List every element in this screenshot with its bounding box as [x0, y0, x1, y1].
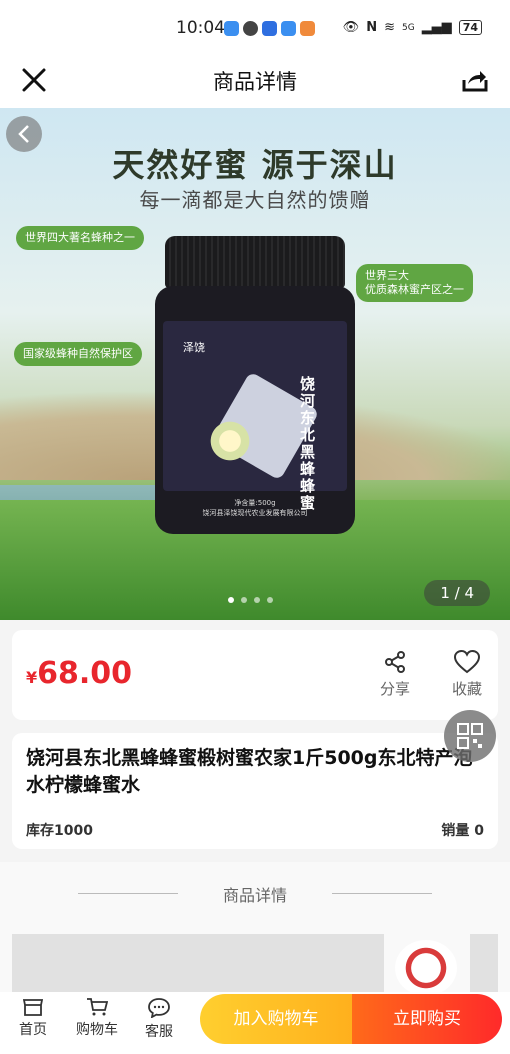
jar-footer: 净含量:500g 饶河县泽饶现代农业发展有限公司: [175, 498, 335, 518]
banner-tag: 国家级蜂种自然保护区: [14, 342, 142, 366]
share-icon[interactable]: [462, 68, 488, 94]
app-notification-icon: [281, 21, 296, 36]
battery-icon: 74: [458, 20, 482, 35]
tab-cart[interactable]: 购物车: [70, 998, 124, 1039]
status-time: 10:04: [176, 18, 225, 38]
app-notification-icon: [224, 21, 239, 36]
product-sales: 销量 0: [441, 823, 484, 839]
jar-brand: 泽饶: [183, 341, 205, 354]
store-icon: [23, 999, 43, 1016]
product-title: 饶河县东北黑蜂蜂蜜椴树蜜农家1斤500g东北特产泡水柠檬蜂蜜水: [26, 747, 473, 796]
network-type: 5G: [401, 22, 415, 33]
jar-company: 饶河县泽饶现代农业发展有限公司: [202, 509, 308, 517]
carousel-dot[interactable]: [267, 597, 273, 603]
price-card: ¥68.00 分享 收藏: [12, 630, 498, 720]
cart-icon: [87, 998, 108, 1016]
system-icons: 👁 N ≋ 5G ▂▄▆ 74: [343, 20, 482, 35]
qr-code-icon: [457, 723, 483, 749]
product-stock: 库存1000: [26, 823, 93, 839]
app-notification-icon: [300, 21, 315, 36]
currency-symbol: ¥: [26, 668, 38, 687]
add-to-cart-button[interactable]: 加入购物车: [200, 994, 352, 1044]
banner-headline: 天然好蜜 源于深山: [112, 146, 398, 184]
jar-weight: 净含量:500g: [234, 499, 276, 507]
carousel-dot[interactable]: [241, 597, 247, 603]
tab-service[interactable]: 客服: [134, 998, 184, 1041]
nav-bar: 商品详情: [0, 58, 510, 108]
nfc-icon: N: [366, 20, 378, 35]
banner-subline: 每一滴都是大自然的馈赠: [139, 188, 371, 212]
flower-icon: [200, 411, 260, 471]
tab-home[interactable]: 首页: [8, 998, 58, 1039]
share-label: 分享: [379, 680, 410, 698]
back-button[interactable]: [6, 116, 42, 152]
bottom-action-bar: 首页 购物车 客服 加入购物车 立即购买: [0, 992, 510, 1054]
chat-icon: [148, 998, 170, 1018]
app-notification-icon: [262, 21, 277, 36]
carousel-counter: 1 / 4: [424, 580, 490, 606]
gi-badge-icon: [395, 940, 457, 996]
share-button[interactable]: 分享: [370, 650, 420, 699]
eye-icon: 👁: [342, 20, 360, 35]
share-icon: [385, 651, 405, 673]
wifi-icon: ≋: [384, 20, 395, 35]
tab-cart-label: 购物车: [76, 1022, 118, 1038]
details-section: 商品详情: [0, 862, 510, 1004]
carousel-dot[interactable]: [254, 597, 260, 603]
price-amount: 68.00: [37, 656, 133, 691]
message-notification-icon: [243, 21, 258, 36]
product-info-card: 饶河县东北黑蜂蜂蜜椴树蜜农家1斤500g东北特产泡水柠檬蜂蜜水 库存1000 销…: [12, 733, 498, 849]
carousel-dot[interactable]: [228, 597, 234, 603]
favorite-button[interactable]: 收藏: [442, 650, 492, 699]
notification-icons: [224, 21, 315, 36]
buy-now-button[interactable]: 立即购买: [352, 994, 502, 1044]
product-price: ¥68.00: [26, 656, 132, 691]
page-title: 商品详情: [213, 70, 297, 94]
jar-product-name: 饶河东北黑蜂蜂蜜: [298, 376, 316, 512]
page: 10:04 👁 N ≋ 5G ▂▄▆ 74 商品详情 天然好蜜 源于深山 每一滴…: [0, 0, 510, 1054]
tab-home-label: 首页: [19, 1022, 47, 1038]
product-image-carousel[interactable]: 天然好蜜 源于深山 每一滴都是大自然的馈赠 世界四大著名蜂种之一 世界三大 优质…: [0, 108, 510, 620]
chevron-left-icon: [18, 125, 29, 143]
signal-icon: ▂▄▆: [421, 20, 452, 35]
tab-service-label: 客服: [145, 1024, 173, 1040]
divider-line: [332, 893, 432, 894]
heart-icon: [454, 650, 480, 674]
banner-tag: 世界三大 优质森林蜜产区之一: [356, 264, 473, 302]
carousel-dots: [228, 597, 273, 603]
banner-tag: 世界四大著名蜂种之一: [16, 226, 144, 250]
details-section-title: 商品详情: [222, 886, 287, 905]
qr-code-button[interactable]: [444, 710, 496, 762]
honey-jar: 泽饶 饶河东北黑蜂蜂蜜 净含量:500g 饶河县泽饶现代农业发展有限公司: [155, 236, 355, 536]
jar-lid: [165, 236, 345, 288]
status-bar: 10:04 👁 N ≋ 5G ▂▄▆ 74: [0, 0, 510, 58]
favorite-label: 收藏: [451, 680, 482, 698]
